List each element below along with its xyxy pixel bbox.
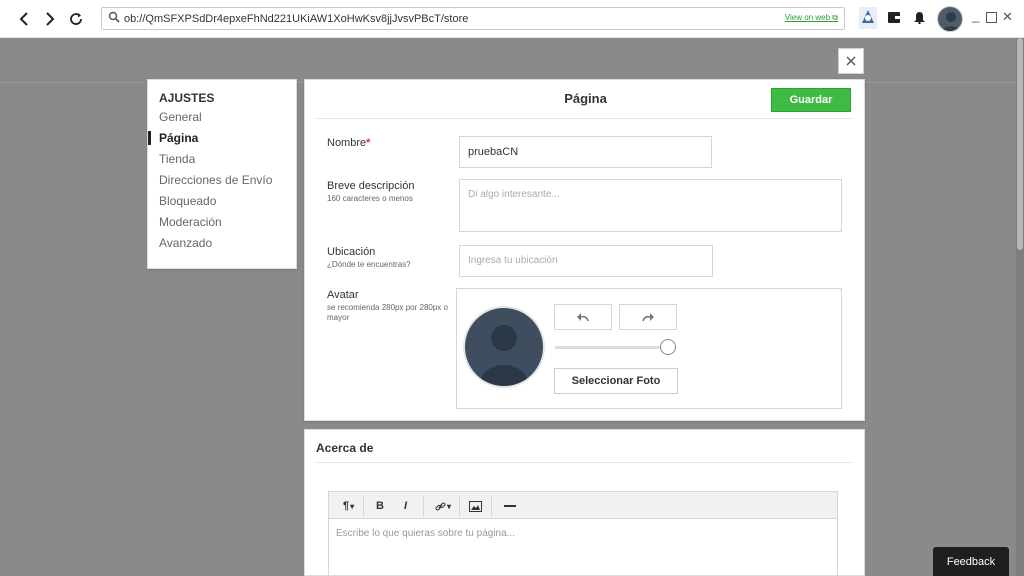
close-button[interactable] [838, 48, 864, 74]
about-panel: Acerca de ¶ ▾ B I ▾ Escribe lo que quiera… [304, 429, 865, 576]
select-photo-button[interactable]: Seleccionar Foto [554, 368, 678, 394]
description-field[interactable]: Di algo interesante... [459, 179, 842, 232]
settings-menu: AJUSTES General Página Tienda Direccione… [147, 79, 297, 269]
undo-arrow-icon [577, 313, 589, 322]
feedback-button[interactable]: Feedback [933, 547, 1009, 576]
description-hint: 160 caracteres o menos [327, 194, 413, 203]
scrollbar-thumb[interactable] [1017, 38, 1023, 250]
default-avatar-icon [479, 325, 529, 386]
about-title: Acerca de [316, 441, 374, 455]
avatar-editor: Seleccionar Foto [456, 288, 842, 409]
heading-icon[interactable]: ¶ ▾ [343, 498, 354, 514]
url-text: ob://QmSFXPSdDr4epxeFhNd221UKiAW1XoHwKsv… [124, 13, 469, 25]
bold-icon[interactable]: B [376, 498, 384, 514]
zoom-slider-handle[interactable] [660, 339, 676, 355]
required-marker: * [366, 137, 371, 149]
external-link-icon: ⧉ [832, 13, 838, 22]
redo-arrow-icon [642, 313, 654, 322]
divider [315, 118, 853, 119]
location-label: Ubicación [327, 246, 376, 258]
back-icon[interactable] [14, 9, 34, 29]
window-close-icon[interactable]: ✕ [1002, 9, 1013, 25]
divider [423, 495, 424, 516]
divider [363, 495, 364, 516]
divider [315, 462, 853, 463]
maximize-icon[interactable] [986, 11, 997, 26]
horizontal-rule-icon[interactable] [504, 498, 516, 514]
rotate-right-button[interactable] [619, 304, 677, 330]
page-settings-panel: Página Guardar Nombre* pruebaCN Breve de… [304, 79, 865, 421]
menu-item-general[interactable]: General [159, 110, 202, 124]
location-hint: ¿Dónde te encuentras? [327, 260, 411, 269]
avatar-label: Avatar [327, 289, 359, 301]
italic-icon[interactable]: I [404, 498, 407, 514]
menu-item-avanzado[interactable]: Avanzado [159, 236, 212, 250]
browser-toolbar: ob://QmSFXPSdDr4epxeFhNd221UKiAW1XoHwKsv… [0, 0, 1024, 38]
location-field[interactable]: Ingresa tu ubicación [459, 245, 713, 277]
user-avatar[interactable] [937, 6, 963, 32]
view-on-web-link[interactable]: View on web ⧉ [785, 13, 838, 23]
editor-placeholder[interactable]: Escribe lo que quieras sobre tu página..… [336, 528, 515, 539]
search-icon [108, 11, 120, 26]
description-label: Breve descripción [327, 180, 415, 192]
name-label: Nombre* [327, 137, 371, 149]
save-button[interactable]: Guardar [771, 88, 851, 112]
rich-text-editor: ¶ ▾ B I ▾ Escribe lo que quieras sobre tu… [328, 491, 838, 576]
image-icon[interactable] [469, 498, 482, 514]
menu-title: AJUSTES [159, 91, 215, 105]
divider [459, 495, 460, 516]
reload-icon[interactable] [66, 9, 86, 29]
zoom-slider[interactable] [555, 346, 667, 349]
editor-toolbar: ¶ ▾ B I ▾ [329, 492, 837, 519]
active-indicator [148, 131, 151, 145]
bell-icon[interactable] [914, 12, 925, 27]
name-field[interactable]: pruebaCN [459, 136, 712, 168]
menu-item-moderacion[interactable]: Moderación [159, 215, 222, 229]
address-bar[interactable]: ob://QmSFXPSdDr4epxeFhNd221UKiAW1XoHwKsv… [101, 7, 845, 30]
divider [491, 495, 492, 516]
close-icon [846, 56, 856, 66]
forward-icon[interactable] [40, 9, 60, 29]
menu-item-direcciones[interactable]: Direcciones de Envío [159, 173, 272, 187]
menu-item-pagina[interactable]: Página [159, 131, 198, 145]
link-icon[interactable]: ▾ [435, 498, 451, 514]
avatar-preview [463, 306, 545, 388]
scrollbar[interactable] [1016, 38, 1024, 576]
openbazaar-icon[interactable] [859, 7, 877, 32]
wallet-icon[interactable] [888, 12, 900, 26]
menu-item-tienda[interactable]: Tienda [159, 152, 195, 166]
avatar-hint: se recomienda 280px por 280px o mayor [327, 303, 448, 322]
rotate-left-button[interactable] [554, 304, 612, 330]
menu-item-bloqueado[interactable]: Bloqueado [159, 194, 216, 208]
minimize-icon[interactable]: _ [972, 8, 979, 23]
